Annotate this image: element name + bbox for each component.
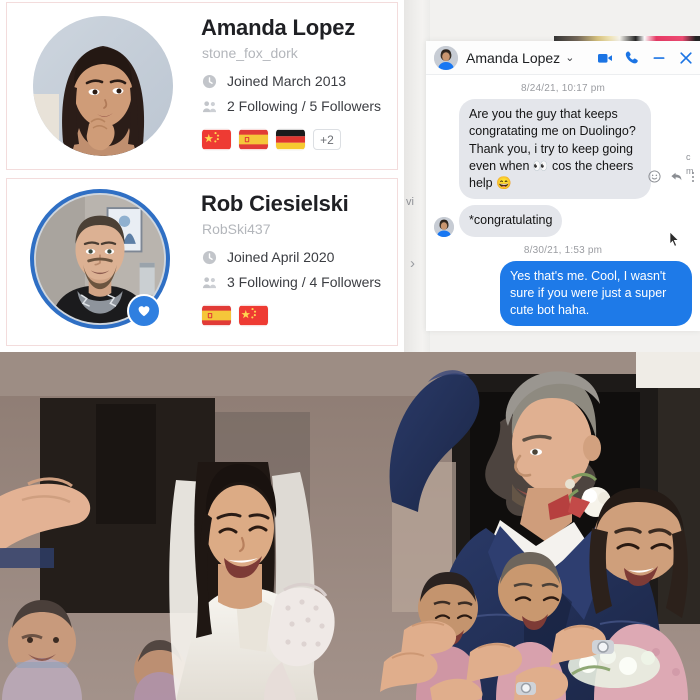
profile-card[interactable]: Rob Ciesielski RobSki437 Joined April 20… [6, 178, 398, 346]
minimize-icon[interactable] [651, 50, 667, 66]
profile-card-body: Amanda Lopez stone_fox_dork Joined March… [201, 3, 391, 169]
background-partial-text: vi [406, 196, 414, 208]
profile-card-body: Rob Ciesielski RobSki437 Joined April 20… [201, 179, 391, 345]
avatar-wrapper [29, 188, 177, 336]
voice-call-icon[interactable] [624, 50, 640, 66]
flag-china [202, 129, 231, 150]
message-bubble-incoming[interactable]: *congratulating [459, 205, 563, 237]
profile-follows-text: 3 Following / 4 Followers [227, 274, 382, 290]
profile-handle: stone_fox_dork [202, 45, 298, 61]
avatar-wrapper [29, 12, 177, 160]
profile-handle: RobSki437 [202, 221, 271, 237]
message-row: Yes that's me. Cool, I wasn't sure if yo… [426, 260, 700, 327]
profile-name: Rob Ciesielski [201, 191, 349, 216]
chat-message-list[interactable]: 8/24/21, 10:17 pm Are you the guy that k… [426, 75, 700, 331]
profile-joined-row: Joined March 2013 [202, 73, 346, 89]
close-icon[interactable] [678, 50, 694, 66]
profile-name: Amanda Lopez [201, 15, 356, 40]
profile-follows-row: 3 Following / 4 Followers [202, 274, 381, 290]
flag-spain [239, 129, 268, 150]
people-icon [202, 275, 217, 290]
profile-follows-row: 2 Following / 5 Followers [202, 98, 381, 114]
heart-badge [127, 294, 161, 328]
reply-icon[interactable] [670, 170, 683, 183]
profile-card[interactable]: Amanda Lopez stone_fox_dork Joined March… [6, 2, 398, 170]
chat-action-icons [597, 50, 694, 66]
top-composite-area: Amanda Lopez stone_fox_dork Joined March… [0, 0, 700, 352]
chat-contact-avatar[interactable] [434, 45, 458, 70]
video-call-icon[interactable] [597, 50, 613, 66]
message-timestamp: 8/24/21, 10:17 pm [520, 83, 605, 94]
profile-joined-text: Joined March 2013 [227, 73, 347, 89]
people-icon [202, 99, 217, 114]
chevron-down-icon[interactable]: ⌄ [565, 51, 574, 64]
message-bubble-outgoing[interactable]: Yes that's me. Cool, I wasn't sure if yo… [500, 260, 692, 327]
profile-list-panel: Amanda Lopez stone_fox_dork Joined March… [0, 0, 404, 352]
profile-flag-row [202, 305, 268, 326]
avatar [33, 16, 173, 156]
profile-joined-text: Joined April 2020 [227, 249, 335, 265]
message-row: *congratulating [426, 205, 700, 237]
message-sender-avatar [434, 216, 454, 237]
clock-icon [202, 250, 217, 265]
flag-germany [276, 129, 305, 150]
photo-background-right-text: c m [686, 152, 694, 177]
message-bubble-incoming[interactable]: Are you the guy that keeps congratating … [459, 99, 651, 200]
chat-header: Amanda Lopez ⌄ [426, 41, 700, 75]
flag-china [239, 305, 268, 326]
flag-spain [202, 305, 231, 326]
clock-icon [202, 74, 217, 89]
more-flags-badge[interactable]: +2 [313, 129, 341, 150]
wedding-photo [0, 352, 700, 700]
background-chevron-icon: › [410, 255, 415, 272]
chat-screenshot-photo: vi › Amanda Lopez ⌄ 8/24/21, 10:17 pm Ar… [404, 0, 700, 352]
profile-flag-row: +2 [202, 129, 341, 150]
message-row: Are you the guy that keeps congratating … [426, 99, 700, 200]
message-timestamp: 8/30/21, 1:53 pm [523, 244, 603, 256]
emoji-react-icon[interactable] [648, 170, 661, 183]
messenger-chat-window: Amanda Lopez ⌄ 8/24/21, 10:17 pm Are you… [426, 41, 700, 331]
chat-title: Amanda Lopez [466, 49, 561, 66]
avatar-spacer [434, 179, 454, 199]
profile-follows-text: 2 Following / 5 Followers [227, 98, 382, 114]
profile-joined-row: Joined April 2020 [202, 249, 334, 265]
